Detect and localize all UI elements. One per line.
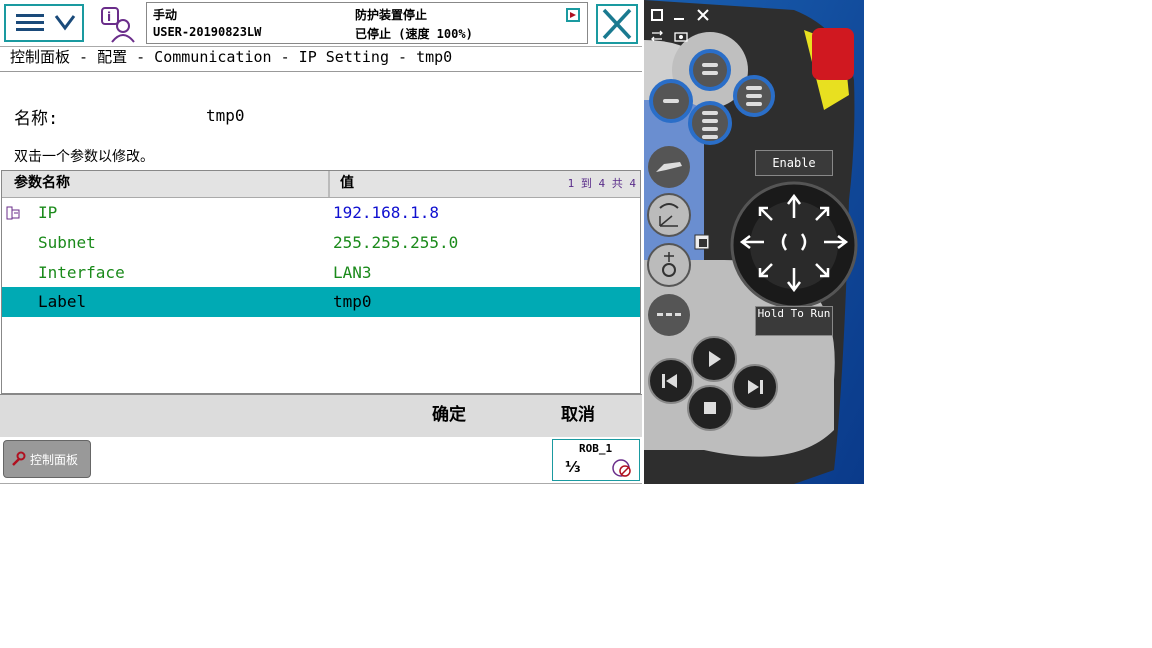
parameter-value: LAN3 xyxy=(333,263,372,282)
safety-status: 防护装置停止 xyxy=(355,8,428,22)
hold-to-run-button[interactable]: Hold To Run xyxy=(755,306,833,336)
key-1-button[interactable] xyxy=(688,48,732,92)
task-control-panel[interactable]: 控制面板 xyxy=(3,440,91,478)
wrench-icon xyxy=(12,451,26,466)
run-status: 已停止 (速度 100%) xyxy=(355,27,473,41)
cancel-button[interactable]: 取消 xyxy=(514,395,642,437)
parameter-value: 192.168.1.8 xyxy=(333,203,439,222)
svg-text:i: i xyxy=(107,10,111,24)
minimize-icon[interactable] xyxy=(672,8,686,22)
run-mode-icon xyxy=(612,459,631,477)
parameter-name: Subnet xyxy=(38,233,96,252)
close-icon[interactable] xyxy=(696,8,710,22)
toggle-axes-button[interactable] xyxy=(646,242,692,288)
status-bar[interactable]: 手动 USER-20190823LW 防护装置停止 已停止 (速度 100%) xyxy=(146,2,588,44)
select-mechanical-unit-button[interactable] xyxy=(646,144,692,190)
instance-name-label: 名称: xyxy=(14,109,59,129)
column-header-value[interactable]: 值 xyxy=(340,172,354,192)
table-row[interactable]: Interface LAN3 xyxy=(2,258,640,288)
instance-name-value: tmp0 xyxy=(206,106,245,125)
toggle-motion-mode-button[interactable] xyxy=(646,192,692,238)
info-user-icon: i xyxy=(101,7,135,43)
parameter-name: Label xyxy=(38,292,87,311)
row-count: 1 到 4 共 4 xyxy=(567,177,636,190)
step-forward-button[interactable] xyxy=(730,362,780,412)
table-row[interactable]: IP 192.168.1.8 xyxy=(2,198,640,228)
parameter-edit-icon xyxy=(6,206,20,220)
menu-icon xyxy=(16,14,76,31)
camera-icon[interactable] xyxy=(674,30,688,42)
instruction-text: 双击一个参数以修改。 xyxy=(14,149,154,165)
quickset-button[interactable]: ROB_1 ⅓ xyxy=(552,439,640,481)
restore-icon[interactable] xyxy=(650,8,664,22)
top-bar: i 手动 USER-20190823LW 防护装置停止 已停止 (速度 100%… xyxy=(0,0,642,47)
divider xyxy=(0,71,642,72)
column-header-name[interactable]: 参数名称 xyxy=(14,172,70,192)
action-bar: 确定 取消 xyxy=(0,394,642,438)
column-divider[interactable] xyxy=(328,171,330,197)
parameter-value: tmp0 xyxy=(333,292,372,311)
abb-menu-button[interactable] xyxy=(4,4,84,42)
key-3-button[interactable] xyxy=(732,74,776,118)
event-log-button[interactable]: i xyxy=(96,4,138,44)
table-row-selected[interactable]: Label tmp0 xyxy=(2,287,640,317)
operating-mode: 手动 xyxy=(153,8,178,22)
enable-button[interactable]: Enable xyxy=(755,150,833,176)
joystick[interactable] xyxy=(736,188,852,298)
task-label: 控制面板 xyxy=(30,453,79,467)
swap-icon[interactable] xyxy=(650,30,664,42)
ok-button[interactable]: 确定 xyxy=(384,395,514,437)
parameter-name: Interface xyxy=(38,263,125,282)
toggle-increment-button[interactable] xyxy=(646,292,692,338)
parameter-name: IP xyxy=(38,203,58,222)
parameter-table: 参数名称 值 1 到 4 共 4 IP 192.168.1.8 Subnet 2… xyxy=(1,170,641,394)
close-button[interactable] xyxy=(596,4,638,44)
flexpendant-screen: i 手动 USER-20190823LW 防护装置停止 已停止 (速度 100%… xyxy=(0,0,644,484)
table-row[interactable]: Subnet 255.255.255.0 xyxy=(2,228,640,258)
mechanical-unit-label: ROB_1 xyxy=(579,442,613,455)
parameter-value: 255.255.255.0 xyxy=(333,233,459,252)
increment-indicator: ⅓ xyxy=(565,458,581,476)
joystick-lock-icon[interactable] xyxy=(694,234,710,250)
virtual-pendant xyxy=(644,0,864,484)
controller-name: USER-20190823LW xyxy=(153,25,262,39)
key-4-button[interactable] xyxy=(688,98,732,148)
taskbar: 控制面板 ROB_1 ⅓ xyxy=(0,437,642,484)
close-icon xyxy=(602,8,632,40)
motors-off-icon xyxy=(566,8,580,22)
table-header: 参数名称 值 1 到 4 共 4 xyxy=(2,171,640,198)
breadcrumb: 控制面板 - 配置 - Communication - IP Setting -… xyxy=(10,48,453,66)
stop-button[interactable] xyxy=(684,382,736,434)
